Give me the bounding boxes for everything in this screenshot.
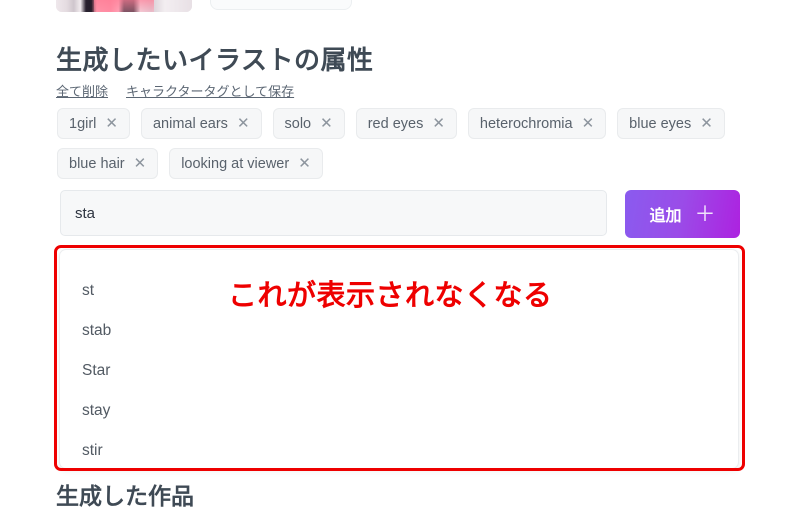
tag-label: heterochromia [479, 115, 573, 132]
tag-chip[interactable]: blue eyes ✕ [617, 108, 725, 139]
section-action-links: 全て削除 キャラクタータグとして保存 [56, 81, 294, 100]
tag-chip[interactable]: looking at viewer ✕ [169, 148, 323, 179]
tag-label: blue eyes [629, 115, 692, 132]
clear-all-link[interactable]: 全て削除 [56, 81, 108, 100]
add-tag-button-label: 追加 [649, 208, 682, 225]
tag-list: 1girl ✕ animal ears ✕ solo ✕ red eyes ✕ … [57, 108, 747, 179]
tag-chip[interactable]: solo ✕ [272, 108, 345, 139]
tag-chip[interactable]: blue hair ✕ [57, 148, 159, 179]
page-title: 生成したいイラストの属性 [56, 45, 374, 75]
suggestion-item[interactable]: st [82, 282, 94, 300]
tag-label: 1girl [69, 115, 97, 132]
tag-chip[interactable]: red eyes ✕ [355, 108, 457, 139]
suggestion-item[interactable]: stay [82, 402, 110, 420]
tag-search-input[interactable] [60, 190, 607, 236]
page-root: 生成したいイラストの属性 全て削除 キャラクタータグとして保存 1girl ✕ … [0, 0, 800, 509]
close-icon[interactable]: ✕ [298, 156, 311, 171]
tag-label: blue hair [69, 155, 125, 172]
save-as-character-tag-link[interactable]: キャラクタータグとして保存 [126, 81, 294, 100]
suggestion-item[interactable]: Star [82, 362, 110, 380]
tag-entry-row: 追加 ＋ [60, 190, 740, 238]
tag-label: looking at viewer [181, 155, 290, 172]
previous-section-cropped-row [56, 0, 756, 12]
plus-icon: ＋ [694, 202, 716, 226]
close-icon[interactable]: ✕ [105, 116, 118, 131]
close-icon[interactable]: ✕ [582, 116, 595, 131]
tag-label: red eyes [367, 115, 424, 132]
tag-label: animal ears [152, 115, 228, 132]
annotation-text: これが表示されなくなる [228, 280, 553, 312]
suggestion-item[interactable]: stab [82, 322, 111, 340]
empty-slot-card[interactable] [210, 0, 352, 10]
generated-image-thumbnail[interactable] [56, 0, 192, 12]
add-tag-button[interactable]: 追加 ＋ [625, 190, 740, 238]
close-icon[interactable]: ✕ [700, 116, 713, 131]
suggestion-item[interactable]: stir [82, 442, 103, 460]
close-icon[interactable]: ✕ [432, 116, 445, 131]
tag-chip[interactable]: heterochromia ✕ [467, 108, 607, 139]
close-icon[interactable]: ✕ [134, 156, 147, 171]
tag-label: solo [284, 115, 312, 132]
tag-chip[interactable]: 1girl ✕ [57, 108, 130, 139]
close-icon[interactable]: ✕ [237, 116, 250, 131]
tag-chip[interactable]: animal ears ✕ [140, 108, 262, 139]
generated-works-title: 生成した作品 [56, 483, 194, 509]
close-icon[interactable]: ✕ [320, 116, 333, 131]
thumbnail-artwork [56, 0, 192, 12]
